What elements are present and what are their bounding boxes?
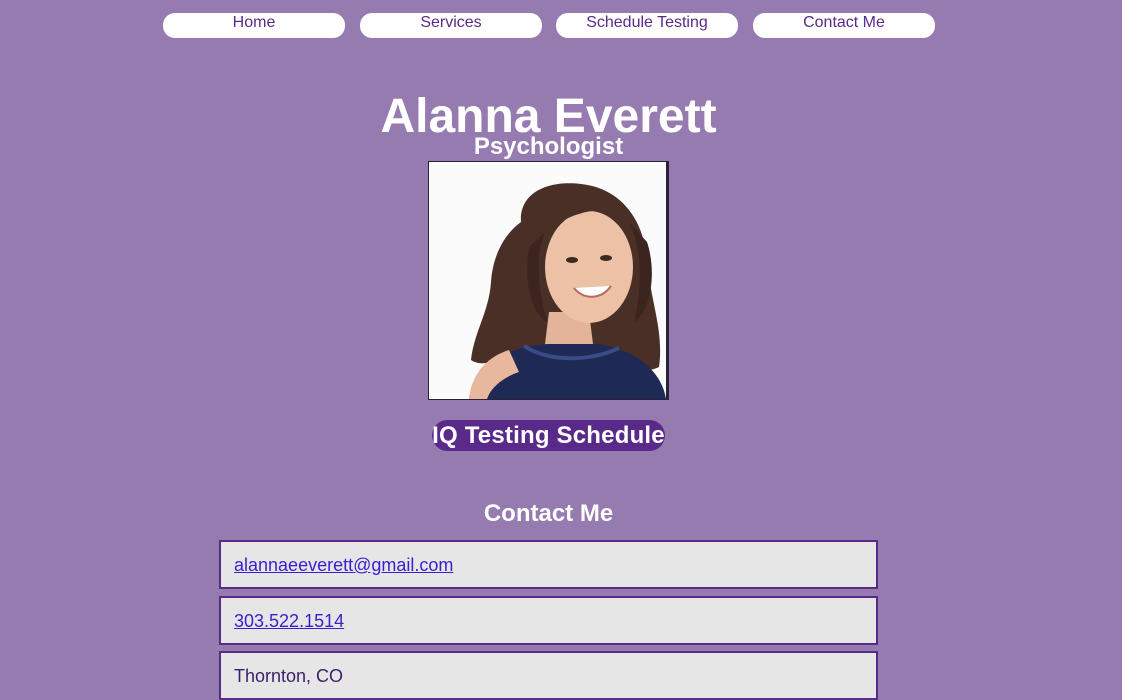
location-text: Thornton, CO [234, 666, 344, 686]
contact-heading: Contact Me [483, 500, 614, 527]
email-link[interactable]: alannaeeverett@gmail.com [234, 554, 453, 576]
nav-contact-label: Contact Me [803, 14, 885, 31]
profile-photo [428, 161, 669, 400]
nav-home-label: Home [232, 14, 276, 31]
portrait-photo [429, 162, 666, 399]
iq-testing-schedule-button[interactable]: IQ Testing Schedule [432, 420, 665, 451]
nav-services-label: Services [420, 14, 482, 31]
phone-card: 303.522.1514 [219, 596, 878, 645]
nav-contact-button[interactable]: Contact Me [753, 13, 935, 38]
page-subtitle: Psychologist [473, 133, 624, 160]
top-nav: Home Services Schedule Testing Contact M… [0, 13, 1122, 38]
nav-schedule-testing-label: Schedule Testing [586, 14, 708, 31]
nav-home-button[interactable]: Home [163, 13, 345, 38]
email-card: alannaeeverett@gmail.com [219, 540, 878, 589]
phone-link[interactable]: 303.522.1514 [234, 610, 344, 632]
location-card: Thornton, CO [219, 651, 878, 700]
nav-services-button[interactable]: Services [360, 13, 542, 38]
nav-schedule-testing-button[interactable]: Schedule Testing [556, 13, 738, 38]
